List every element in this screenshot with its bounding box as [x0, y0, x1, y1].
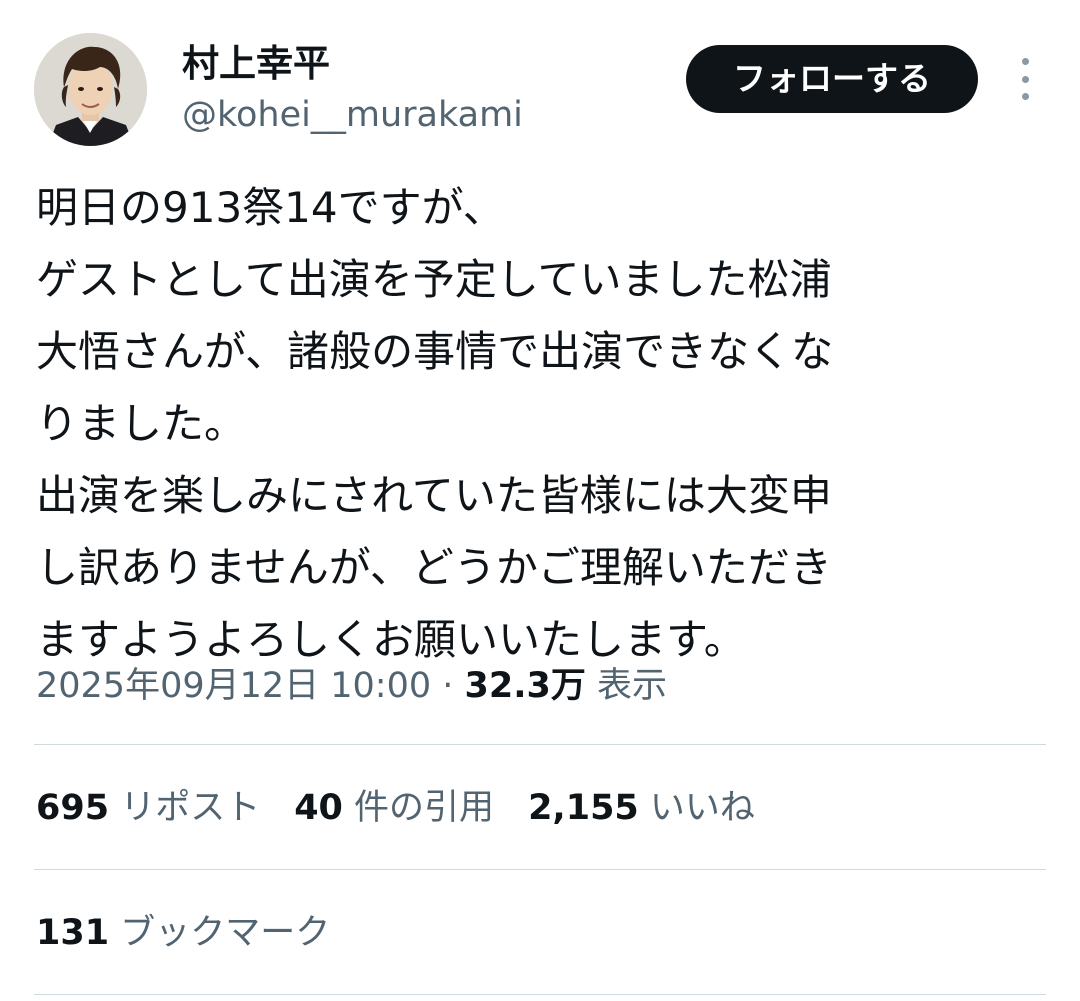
likes-stat[interactable]: 2,155 いいね	[528, 782, 755, 834]
likes-count: 2,155	[528, 788, 639, 828]
tweet-line: 出演を楽しみにされていた皆様には大変申	[36, 471, 832, 520]
reposts-stat[interactable]: 695 リポスト	[36, 782, 260, 834]
bookmarks-stat[interactable]: 131 ブックマーク	[36, 907, 364, 959]
tweet-timestamp[interactable]: 2025年09月12日 10:00	[36, 666, 431, 706]
tweet-line: し訳ありませんが、どうかご理解いただき	[36, 543, 832, 592]
avatar[interactable]	[34, 33, 147, 146]
tweet-line: 大悟さんが、諸般の事情で出演できなくな	[36, 327, 834, 376]
tweet-meta: 2025年09月12日 10:00 · 32.3万 表示	[36, 660, 667, 712]
more-dot	[1021, 58, 1029, 65]
more-vertical-icon[interactable]	[1008, 58, 1042, 100]
follow-button[interactable]: フォローする	[686, 45, 978, 113]
more-dot	[1021, 93, 1029, 100]
reposts-count: 695	[36, 788, 110, 828]
divider	[34, 869, 1046, 870]
likes-label: いいね	[638, 788, 755, 828]
views-label: 表示	[585, 666, 668, 706]
engagement-stats: 695 リポスト 40 件の引用 2,155 いいね	[36, 782, 789, 834]
bookmarks-count: 131	[36, 913, 110, 953]
divider	[34, 994, 1046, 995]
quotes-stat[interactable]: 40 件の引用	[294, 782, 494, 834]
tweet-text: 明日の913祭14ですが、 ゲストとして出演を予定していました松浦 大悟さんが、…	[36, 172, 1036, 676]
views-count: 32.3万	[464, 666, 586, 706]
tweet-line: 明日の913祭14ですが、	[36, 183, 505, 232]
more-dot	[1021, 75, 1029, 83]
tweet-line: りました。	[36, 399, 247, 448]
quotes-label: 件の引用	[342, 788, 495, 828]
divider	[34, 744, 1046, 745]
quotes-count: 40	[294, 788, 343, 828]
author-display-name[interactable]: 村上幸平	[182, 40, 330, 88]
meta-separator: ·	[431, 666, 465, 706]
tweet-line: ゲストとして出演を予定していました松浦	[36, 255, 832, 304]
reposts-label: リポスト	[109, 788, 261, 828]
bookmarks-label: ブックマーク	[109, 913, 331, 953]
author-handle[interactable]: @kohei__murakami	[182, 92, 523, 138]
